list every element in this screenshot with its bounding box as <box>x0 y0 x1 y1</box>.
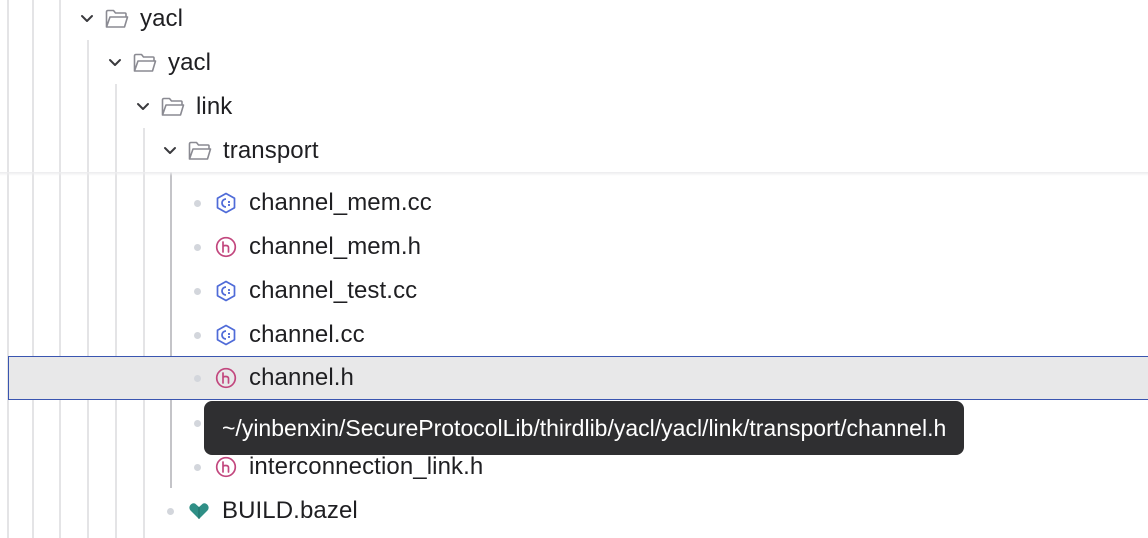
folder-label: transport <box>223 137 319 164</box>
tree-folder-row[interactable]: yacl <box>0 41 1148 85</box>
file-label: BUILD.bazel <box>222 497 358 524</box>
cpp-file-icon <box>215 192 237 214</box>
cpp-file-icon <box>215 324 237 346</box>
file-dot-marker <box>167 507 174 515</box>
file-dot-marker <box>194 463 201 471</box>
file-dot-marker <box>194 419 201 427</box>
tree-file-row[interactable]: channel_mem.h <box>0 225 1148 269</box>
cpp-file-icon <box>215 280 237 302</box>
file-label: channel.cc <box>249 321 365 348</box>
tooltip-path-text: ~/yinbenxin/SecureProtocolLib/thirdlib/y… <box>222 414 947 441</box>
folder-label: yacl <box>168 49 212 76</box>
tree-folder-row[interactable]: yacl <box>0 0 1148 41</box>
chevron-down-icon[interactable] <box>160 141 180 161</box>
file-label: interconnection_link.h <box>249 453 484 480</box>
file-path-tooltip: ~/yinbenxin/SecureProtocolLib/thirdlib/y… <box>204 401 965 455</box>
chevron-down-icon[interactable] <box>77 9 97 29</box>
folder-open-icon <box>188 140 214 162</box>
folder-label: link <box>196 93 233 120</box>
header-file-icon <box>215 367 237 389</box>
file-label: channel_mem.cc <box>249 189 432 216</box>
tree-folder-row[interactable]: transport <box>0 129 1148 173</box>
tree-file-row[interactable]: channel.cc <box>0 313 1148 357</box>
folder-open-icon <box>133 52 159 74</box>
file-dot-marker <box>194 199 201 207</box>
tree-file-row[interactable]: channel_test.cc <box>0 269 1148 313</box>
tree-file-row-selected[interactable]: channel.h <box>8 356 1148 400</box>
file-label: channel.h <box>249 364 354 391</box>
header-file-icon <box>215 236 237 258</box>
project-file-tree: yacl yacl link transport channel_mem.cc … <box>0 0 1148 538</box>
file-dot-marker <box>194 287 201 295</box>
sticky-header-shadow <box>0 172 1148 176</box>
header-file-icon <box>215 456 237 478</box>
chevron-down-icon[interactable] <box>105 53 125 73</box>
file-dot-marker <box>194 243 201 251</box>
folder-open-icon <box>105 8 131 30</box>
bazel-file-icon <box>188 500 210 522</box>
folder-open-icon <box>161 96 187 118</box>
chevron-down-icon[interactable] <box>133 97 153 117</box>
tree-folder-row[interactable]: link <box>0 85 1148 129</box>
file-label: channel_mem.h <box>249 233 422 260</box>
folder-label: yacl <box>140 5 184 32</box>
file-label: channel_test.cc <box>249 277 418 304</box>
file-dot-marker <box>194 331 201 339</box>
tree-file-row[interactable]: channel_mem.cc <box>0 181 1148 225</box>
file-dot-marker <box>194 374 201 382</box>
tree-file-row[interactable]: BUILD.bazel <box>0 489 1148 533</box>
